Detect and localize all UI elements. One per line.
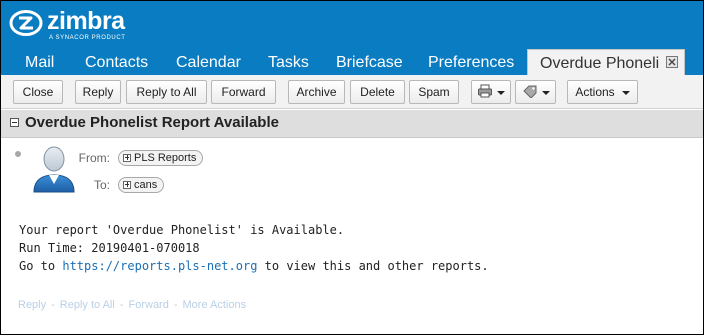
expand-icon [123, 154, 131, 162]
body-line: Go to https://reports.pls-net.org to vie… [19, 257, 489, 275]
from-sender-name: PLS Reports [134, 152, 197, 164]
tab-overdue-phonelist-label: Overdue Phoneli [540, 55, 660, 72]
from-label: From: [78, 151, 110, 165]
to-label: To: [93, 178, 110, 192]
tab-close-icon[interactable] [666, 56, 678, 68]
reply-button[interactable]: Reply [75, 80, 121, 104]
expand-icon [123, 181, 131, 189]
logo-word: zimbra [47, 7, 125, 35]
separator: - [173, 299, 178, 311]
app-header: zimbra A SYNACOR PRODUCT Mail Contacts C… [1, 1, 703, 75]
separator: - [119, 299, 124, 311]
chevron-down-icon [621, 90, 630, 95]
actions-menu-button[interactable]: Actions [567, 80, 638, 104]
separator: - [51, 299, 55, 311]
logo-subtext: A SYNACOR PRODUCT [49, 35, 126, 41]
to-recipient-name: cans [134, 179, 158, 191]
tab-calendar[interactable]: Calendar [176, 49, 241, 75]
tab-overdue-phonelist[interactable]: Overdue Phoneli [527, 49, 685, 75]
from-sender-bubble[interactable]: PLS Reports [118, 150, 204, 166]
tag-menu-button[interactable] [515, 80, 556, 104]
footer-forward-link[interactable]: Forward [129, 299, 169, 311]
app-tabs: Mail Contacts Calendar Tasks Briefcase P… [1, 49, 703, 75]
footer-actions: Reply - Reply to All - Forward - More Actions [18, 299, 246, 311]
delete-button[interactable]: Delete [350, 80, 405, 104]
close-button[interactable]: Close [13, 80, 63, 104]
to-recipient-bubble[interactable]: cans [118, 177, 165, 193]
zimbra-logo-icon [9, 10, 43, 36]
tab-preferences[interactable]: Preferences [428, 49, 514, 75]
chevron-down-icon [497, 90, 505, 95]
subject-bar: Overdue Phonelist Report Available [1, 110, 703, 138]
tab-contacts[interactable]: Contacts [85, 49, 148, 75]
tag-icon [522, 85, 536, 100]
reports-link[interactable]: https://reports.pls-net.org [62, 259, 257, 273]
footer-reply-all-link[interactable]: Reply to All [60, 299, 115, 311]
chevron-down-icon [541, 90, 550, 95]
read-status-icon[interactable] [15, 151, 21, 157]
collapse-icon[interactable] [10, 118, 19, 127]
forward-button[interactable]: Forward [211, 80, 276, 104]
body-line: Run Time: 20190401-070018 [19, 241, 200, 255]
footer-reply-link[interactable]: Reply [18, 299, 46, 311]
body-line: Your report 'Overdue Phonelist' is Avail… [19, 223, 345, 237]
body-text-segment: Go to [19, 259, 63, 273]
tab-mail[interactable]: Mail [25, 49, 54, 75]
actions-label: Actions [575, 85, 615, 99]
archive-button[interactable]: Archive [288, 80, 345, 104]
message-body: Your report 'Overdue Phonelist' is Avail… [19, 221, 489, 275]
reply-all-button[interactable]: Reply to All [126, 80, 207, 104]
tab-tasks[interactable]: Tasks [268, 49, 309, 75]
spam-button[interactable]: Spam [409, 80, 459, 104]
footer-more-actions-link[interactable]: More Actions [183, 299, 247, 311]
message-toolbar: Close Reply Reply to All Forward Archive… [1, 75, 703, 109]
body-text-segment: to view this and other reports. [257, 259, 489, 273]
print-icon [478, 84, 492, 98]
message-subject: Overdue Phonelist Report Available [25, 114, 279, 131]
zimbra-logo[interactable]: zimbra A SYNACOR PRODUCT [9, 7, 139, 41]
tab-briefcase[interactable]: Briefcase [336, 49, 403, 75]
print-menu-button[interactable] [471, 80, 511, 104]
